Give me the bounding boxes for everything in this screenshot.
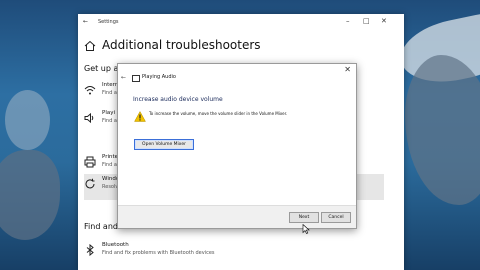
troubleshooter-item-bluetooth[interactable]: Bluetooth Find and fix problems with Blu… — [84, 240, 384, 266]
title-bar: ← Settings – □ ✕ — [78, 14, 404, 30]
warning-icon — [134, 111, 146, 122]
wifi-icon — [84, 86, 96, 95]
speaker-icon — [84, 112, 94, 124]
item-name: Intern — [102, 82, 119, 88]
item-desc: Find and fix problems with Bluetooth dev… — [102, 250, 215, 256]
cancel-button[interactable]: Cancel — [321, 212, 351, 223]
next-button[interactable]: Next — [289, 212, 319, 223]
item-name: Playi — [102, 110, 115, 116]
section-heading-find-and-fix: Find and — [84, 222, 118, 231]
home-icon[interactable] — [84, 40, 96, 52]
close-icon[interactable]: ✕ — [381, 17, 387, 25]
mouse-cursor-icon — [302, 224, 310, 234]
bluetooth-icon — [86, 244, 94, 256]
close-icon[interactable]: ✕ — [344, 65, 351, 74]
section-heading-get-up: Get up a — [84, 64, 119, 73]
item-desc: Find a — [102, 118, 117, 124]
page-title: Additional troubleshooters — [102, 38, 261, 52]
wallpaper-whale — [5, 90, 50, 150]
item-desc: Find a — [102, 162, 117, 168]
dialog-heading: Increase audio device volume — [133, 96, 223, 103]
dialog-footer: Next Cancel — [118, 205, 356, 228]
window-title: Settings — [98, 19, 119, 25]
wallpaper-whale — [405, 55, 480, 205]
maximize-icon[interactable]: □ — [363, 17, 370, 25]
item-name: Bluetooth — [102, 242, 129, 248]
back-arrow-icon[interactable]: ← — [121, 74, 126, 81]
troubleshooter-dialog: ✕ ← Playing Audio Increase audio device … — [117, 63, 357, 229]
wallpaper-whale — [0, 150, 60, 240]
printer-icon — [84, 156, 96, 168]
item-desc: Resolv — [102, 184, 119, 190]
item-desc: Find a — [102, 90, 117, 96]
troubleshooter-icon — [132, 75, 140, 82]
minimize-icon[interactable]: – — [346, 17, 350, 25]
item-name: Printe — [102, 154, 119, 160]
dialog-title: Playing Audio — [142, 74, 176, 80]
open-volume-mixer-button[interactable]: Open Volume Mixer — [134, 139, 194, 150]
back-arrow-icon[interactable]: ← — [83, 18, 88, 25]
refresh-icon — [85, 178, 95, 189]
dialog-message: To increase the volume, move the volume … — [149, 111, 288, 116]
